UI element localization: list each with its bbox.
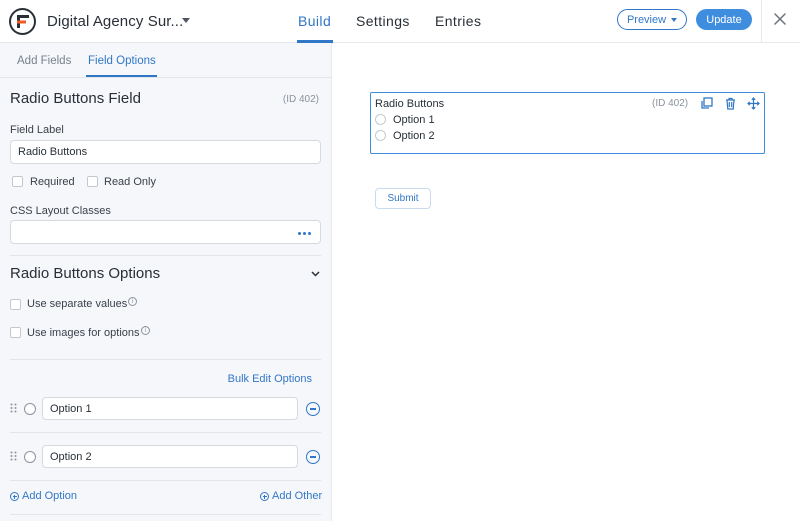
submit-button[interactable]: Submit (375, 188, 431, 209)
divider (10, 255, 321, 256)
options-section-title[interactable]: Radio Buttons Options (10, 265, 160, 282)
default-option-radio[interactable] (24, 451, 36, 463)
info-icon[interactable]: i (141, 326, 150, 335)
preview-button-label: Preview (626, 13, 667, 26)
preview-option-label: Option 1 (393, 114, 435, 126)
preview-option-radio[interactable] (375, 114, 386, 125)
tab-field-options[interactable]: Field Options (88, 55, 156, 67)
plus-circle-icon (260, 491, 269, 501)
top-bar: Digital Agency Sur... Build Settings Ent… (0, 0, 800, 43)
separate-values-label: Use separate values (27, 298, 128, 310)
read-only-label: Read Only (104, 176, 156, 188)
form-title[interactable]: Digital Agency Sur... (47, 13, 183, 30)
divider (10, 359, 321, 360)
update-button[interactable]: Update (696, 9, 752, 30)
field-options-sidebar: Add Fields Field Options Radio Buttons F… (0, 43, 332, 521)
preview-option-label: Option 2 (393, 130, 435, 142)
chevron-down-icon (671, 18, 678, 22)
more-options-icon[interactable] (298, 232, 311, 235)
info-icon[interactable]: i (128, 297, 137, 306)
add-option-button[interactable]: Add Option (10, 490, 77, 502)
drag-handle-icon[interactable] (10, 451, 17, 461)
required-label: Required (30, 176, 75, 188)
preview-button[interactable]: Preview (617, 9, 687, 30)
css-classes-title: CSS Layout Classes (10, 205, 111, 217)
radio-field-preview[interactable]: Radio Buttons (ID 402) Option 1 Option 2 (370, 92, 765, 154)
divider (10, 432, 321, 433)
add-other-label: Add Other (272, 490, 323, 502)
option-input[interactable]: Option 2 (42, 445, 298, 468)
add-option-label: Add Option (22, 490, 78, 502)
preview-field-id: (ID 402) (652, 98, 689, 109)
drag-handle-icon[interactable] (10, 403, 17, 413)
remove-option-icon[interactable] (306, 450, 320, 464)
chevron-down-icon[interactable] (311, 271, 320, 277)
add-other-button[interactable]: Add Other (260, 490, 322, 502)
tab-build[interactable]: Build (298, 13, 331, 29)
field-label-title: Field Label (10, 124, 64, 136)
divider (0, 77, 332, 78)
tab-add-fields[interactable]: Add Fields (17, 55, 71, 67)
chevron-down-icon[interactable] (182, 18, 190, 23)
move-icon[interactable] (747, 97, 760, 110)
separate-values-checkbox[interactable] (10, 299, 21, 310)
tab-settings[interactable]: Settings (356, 13, 410, 29)
preview-option-radio[interactable] (375, 130, 386, 141)
duplicate-icon[interactable] (700, 97, 713, 110)
tab-entries[interactable]: Entries (435, 13, 481, 29)
field-label-input[interactable]: Radio Buttons (10, 140, 321, 164)
images-options-checkbox[interactable] (10, 327, 21, 338)
divider (10, 480, 321, 481)
preview-field-label: Radio Buttons (375, 98, 445, 110)
divider (10, 514, 321, 515)
default-option-radio[interactable] (24, 403, 36, 415)
read-only-checkbox[interactable] (87, 176, 98, 187)
divider (761, 0, 762, 43)
field-heading: Radio Buttons Field (10, 90, 141, 107)
field-id: (ID 402) (282, 94, 319, 105)
css-classes-input[interactable] (10, 220, 321, 244)
bulk-edit-options-link[interactable]: Bulk Edit Options (228, 373, 312, 385)
trash-icon[interactable] (724, 97, 737, 110)
required-checkbox[interactable] (12, 176, 23, 187)
option-input[interactable]: Option 1 (42, 397, 298, 420)
plus-circle-icon (10, 491, 19, 501)
remove-option-icon[interactable] (306, 402, 320, 416)
close-icon[interactable] (773, 12, 787, 26)
formidable-logo-icon[interactable] (9, 8, 36, 35)
images-options-label: Use images for options (27, 327, 140, 339)
